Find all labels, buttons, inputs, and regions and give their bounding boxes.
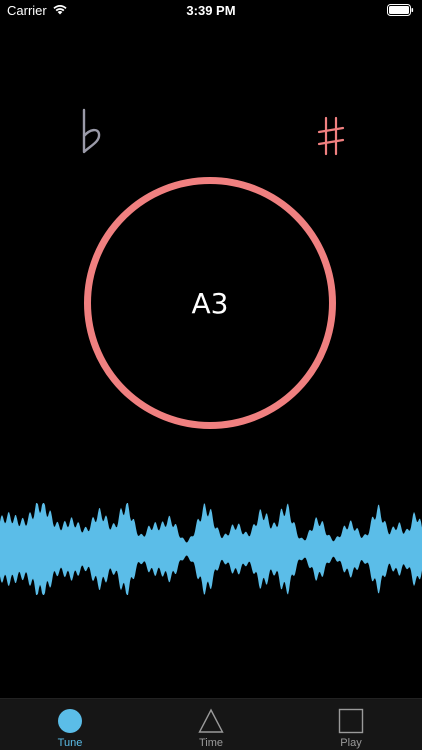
detected-note: A3 [191, 286, 229, 320]
circle-icon [58, 709, 82, 733]
tab-bar: Tune Time Play [0, 698, 422, 750]
triangle-icon [198, 708, 224, 733]
tuner-screen: Carrier 3:39 PM A3 Tune Time Play [0, 0, 422, 750]
tuning-ring: A3 [84, 177, 336, 429]
tab-tune[interactable]: Tune [0, 699, 140, 750]
tab-time[interactable]: Time [141, 699, 281, 750]
status-bar: Carrier 3:39 PM [0, 0, 422, 22]
waveform-shape [0, 503, 422, 595]
tab-tune-label: Tune [57, 737, 83, 749]
flat-sign-icon [82, 108, 101, 154]
tab-time-label: Time [198, 737, 224, 749]
square-icon [338, 708, 364, 734]
tab-play-label: Play [340, 737, 362, 749]
audio-waveform [0, 503, 422, 595]
sharp-sign-icon [317, 116, 345, 156]
battery-icon [387, 4, 414, 16]
status-time: 3:39 PM [186, 3, 236, 18]
tab-play[interactable]: Play [281, 699, 421, 750]
